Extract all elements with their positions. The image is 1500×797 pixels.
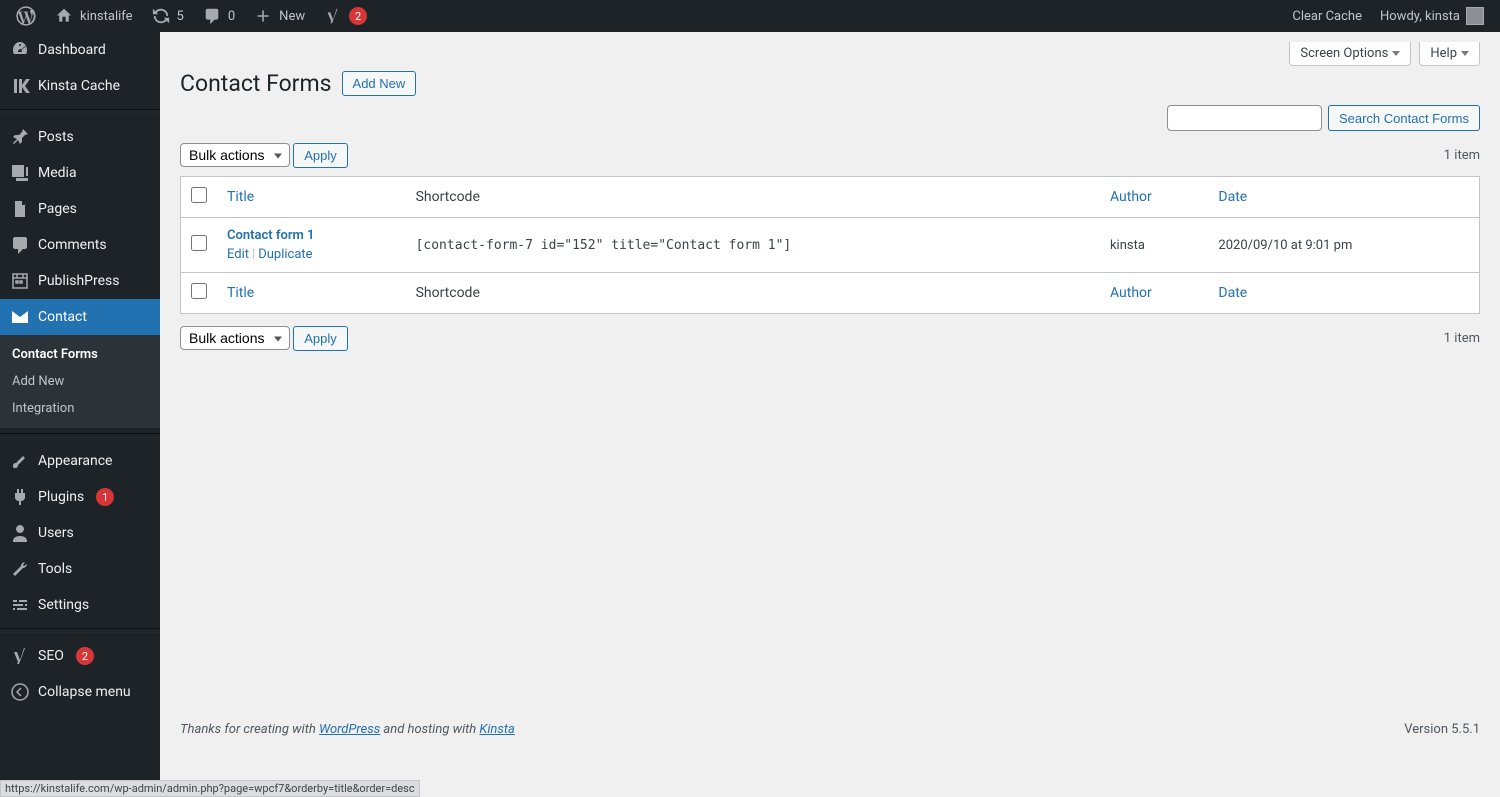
screen-options-tab[interactable]: Screen Options <box>1289 42 1411 66</box>
site-name-link[interactable]: kinstalife <box>46 0 141 32</box>
main-content: Screen Options Help Contact Forms Add Ne… <box>160 32 1500 797</box>
new-label: New <box>279 9 305 24</box>
menu-media[interactable]: Media <box>0 155 160 191</box>
col-author-foot[interactable]: Author <box>1110 285 1152 301</box>
search-input[interactable] <box>1167 105 1322 131</box>
table-row: Contact form 1 Edit|Duplicate [contact-f… <box>181 218 1480 273</box>
footer-thanks: Thanks for creating with WordPress and h… <box>180 722 515 737</box>
select-all-bottom[interactable] <box>191 283 207 299</box>
admin-sidebar: Dashboard Kinsta Cache Posts Media Pages… <box>0 32 160 797</box>
site-name: kinstalife <box>80 9 133 24</box>
menu-comments[interactable]: Comments <box>0 227 160 263</box>
comments-count: 0 <box>228 9 235 24</box>
menu-seo[interactable]: SEO 2 <box>0 638 160 674</box>
new-content-link[interactable]: New <box>245 0 313 32</box>
menu-users[interactable]: Users <box>0 515 160 551</box>
updates-count: 5 <box>177 9 184 24</box>
updates-link[interactable]: 5 <box>143 0 192 32</box>
select-all-top[interactable] <box>191 187 207 203</box>
comments-link[interactable]: 0 <box>194 0 243 32</box>
kinsta-icon <box>10 76 30 96</box>
menu-appearance[interactable]: Appearance <box>0 443 160 479</box>
col-date[interactable]: Date <box>1218 189 1247 205</box>
yoast-link[interactable]: 2 <box>315 0 375 32</box>
pin-icon <box>10 127 30 147</box>
submenu-contact-forms[interactable]: Contact Forms <box>0 341 160 368</box>
avatar <box>1466 7 1484 25</box>
shortcode-text: [contact-form-7 id="152" title="Contact … <box>416 238 792 253</box>
chevron-down-icon <box>1392 51 1400 56</box>
brush-icon <box>10 451 30 471</box>
menu-pages[interactable]: Pages <box>0 191 160 227</box>
kinsta-link[interactable]: Kinsta <box>479 722 514 737</box>
submenu-contact: Contact Forms Add New Integration <box>0 335 160 428</box>
chevron-down-icon <box>1461 51 1469 56</box>
bulk-actions-select-top[interactable]: Bulk actions <box>180 143 290 167</box>
plugins-badge: 1 <box>96 488 114 506</box>
sliders-icon <box>10 595 30 615</box>
submenu-integration[interactable]: Integration <box>0 395 160 422</box>
items-count-bottom: 1 item <box>1444 331 1480 346</box>
dashboard-icon <box>10 40 30 60</box>
comments-icon <box>10 235 30 255</box>
menu-contact[interactable]: Contact <box>0 299 160 335</box>
menu-publishpress[interactable]: PublishPress <box>0 263 160 299</box>
author-text: kinsta <box>1110 238 1145 253</box>
date-text: 2020/09/10 at 9:01 pm <box>1218 238 1352 253</box>
menu-posts[interactable]: Posts <box>0 119 160 155</box>
wp-logo[interactable] <box>8 0 44 32</box>
edit-link[interactable]: Edit <box>227 247 249 262</box>
status-bar-url: https://kinstalife.com/wp-admin/admin.ph… <box>0 780 420 797</box>
plug-icon <box>10 487 30 507</box>
forms-table: Title Shortcode Author Date Contact form… <box>180 176 1480 314</box>
menu-kinsta-cache[interactable]: Kinsta Cache <box>0 68 160 104</box>
col-shortcode: Shortcode <box>416 189 480 205</box>
items-count-top: 1 item <box>1444 148 1480 163</box>
menu-dashboard[interactable]: Dashboard <box>0 32 160 68</box>
media-icon <box>10 163 30 183</box>
page-icon <box>10 199 30 219</box>
page-title: Contact Forms <box>180 70 332 97</box>
admin-toolbar: kinstalife 5 0 New 2 Clear Ca <box>0 0 1500 32</box>
form-title-link[interactable]: Contact form 1 <box>227 228 314 243</box>
add-new-button[interactable]: Add New <box>342 71 417 96</box>
col-title[interactable]: Title <box>227 189 254 205</box>
collapse-icon <box>10 682 30 702</box>
plus-icon <box>253 6 273 26</box>
collapse-menu[interactable]: Collapse menu <box>0 674 160 710</box>
wrench-icon <box>10 559 30 579</box>
wordpress-icon <box>16 6 36 26</box>
yoast-menu-icon <box>10 646 30 666</box>
howdy-text: Howdy, kinsta <box>1380 9 1460 24</box>
col-shortcode-foot: Shortcode <box>416 285 480 301</box>
col-title-foot[interactable]: Title <box>227 285 254 301</box>
mail-icon <box>10 307 30 327</box>
home-icon <box>54 6 74 26</box>
search-button[interactable]: Search Contact Forms <box>1328 105 1480 131</box>
yoast-badge: 2 <box>349 7 367 25</box>
col-date-foot[interactable]: Date <box>1218 285 1247 301</box>
bulk-actions-select-bottom[interactable]: Bulk actions <box>180 326 290 350</box>
comment-icon <box>202 6 222 26</box>
user-icon <box>10 523 30 543</box>
help-tab[interactable]: Help <box>1419 42 1480 66</box>
clear-cache-link[interactable]: Clear Cache <box>1284 0 1370 32</box>
calendar-icon <box>10 271 30 291</box>
row-checkbox[interactable] <box>191 235 207 251</box>
seo-badge: 2 <box>76 647 94 665</box>
account-link[interactable]: Howdy, kinsta <box>1372 0 1492 32</box>
menu-plugins[interactable]: Plugins 1 <box>0 479 160 515</box>
duplicate-link[interactable]: Duplicate <box>258 247 312 262</box>
apply-button-bottom[interactable]: Apply <box>293 326 348 351</box>
yoast-icon <box>323 6 343 26</box>
menu-settings[interactable]: Settings <box>0 587 160 623</box>
menu-tools[interactable]: Tools <box>0 551 160 587</box>
submenu-add-new[interactable]: Add New <box>0 368 160 395</box>
version-text: Version 5.5.1 <box>1404 722 1480 737</box>
apply-button-top[interactable]: Apply <box>293 143 348 168</box>
col-author[interactable]: Author <box>1110 189 1152 205</box>
update-icon <box>151 6 171 26</box>
wordpress-link[interactable]: WordPress <box>319 722 380 737</box>
